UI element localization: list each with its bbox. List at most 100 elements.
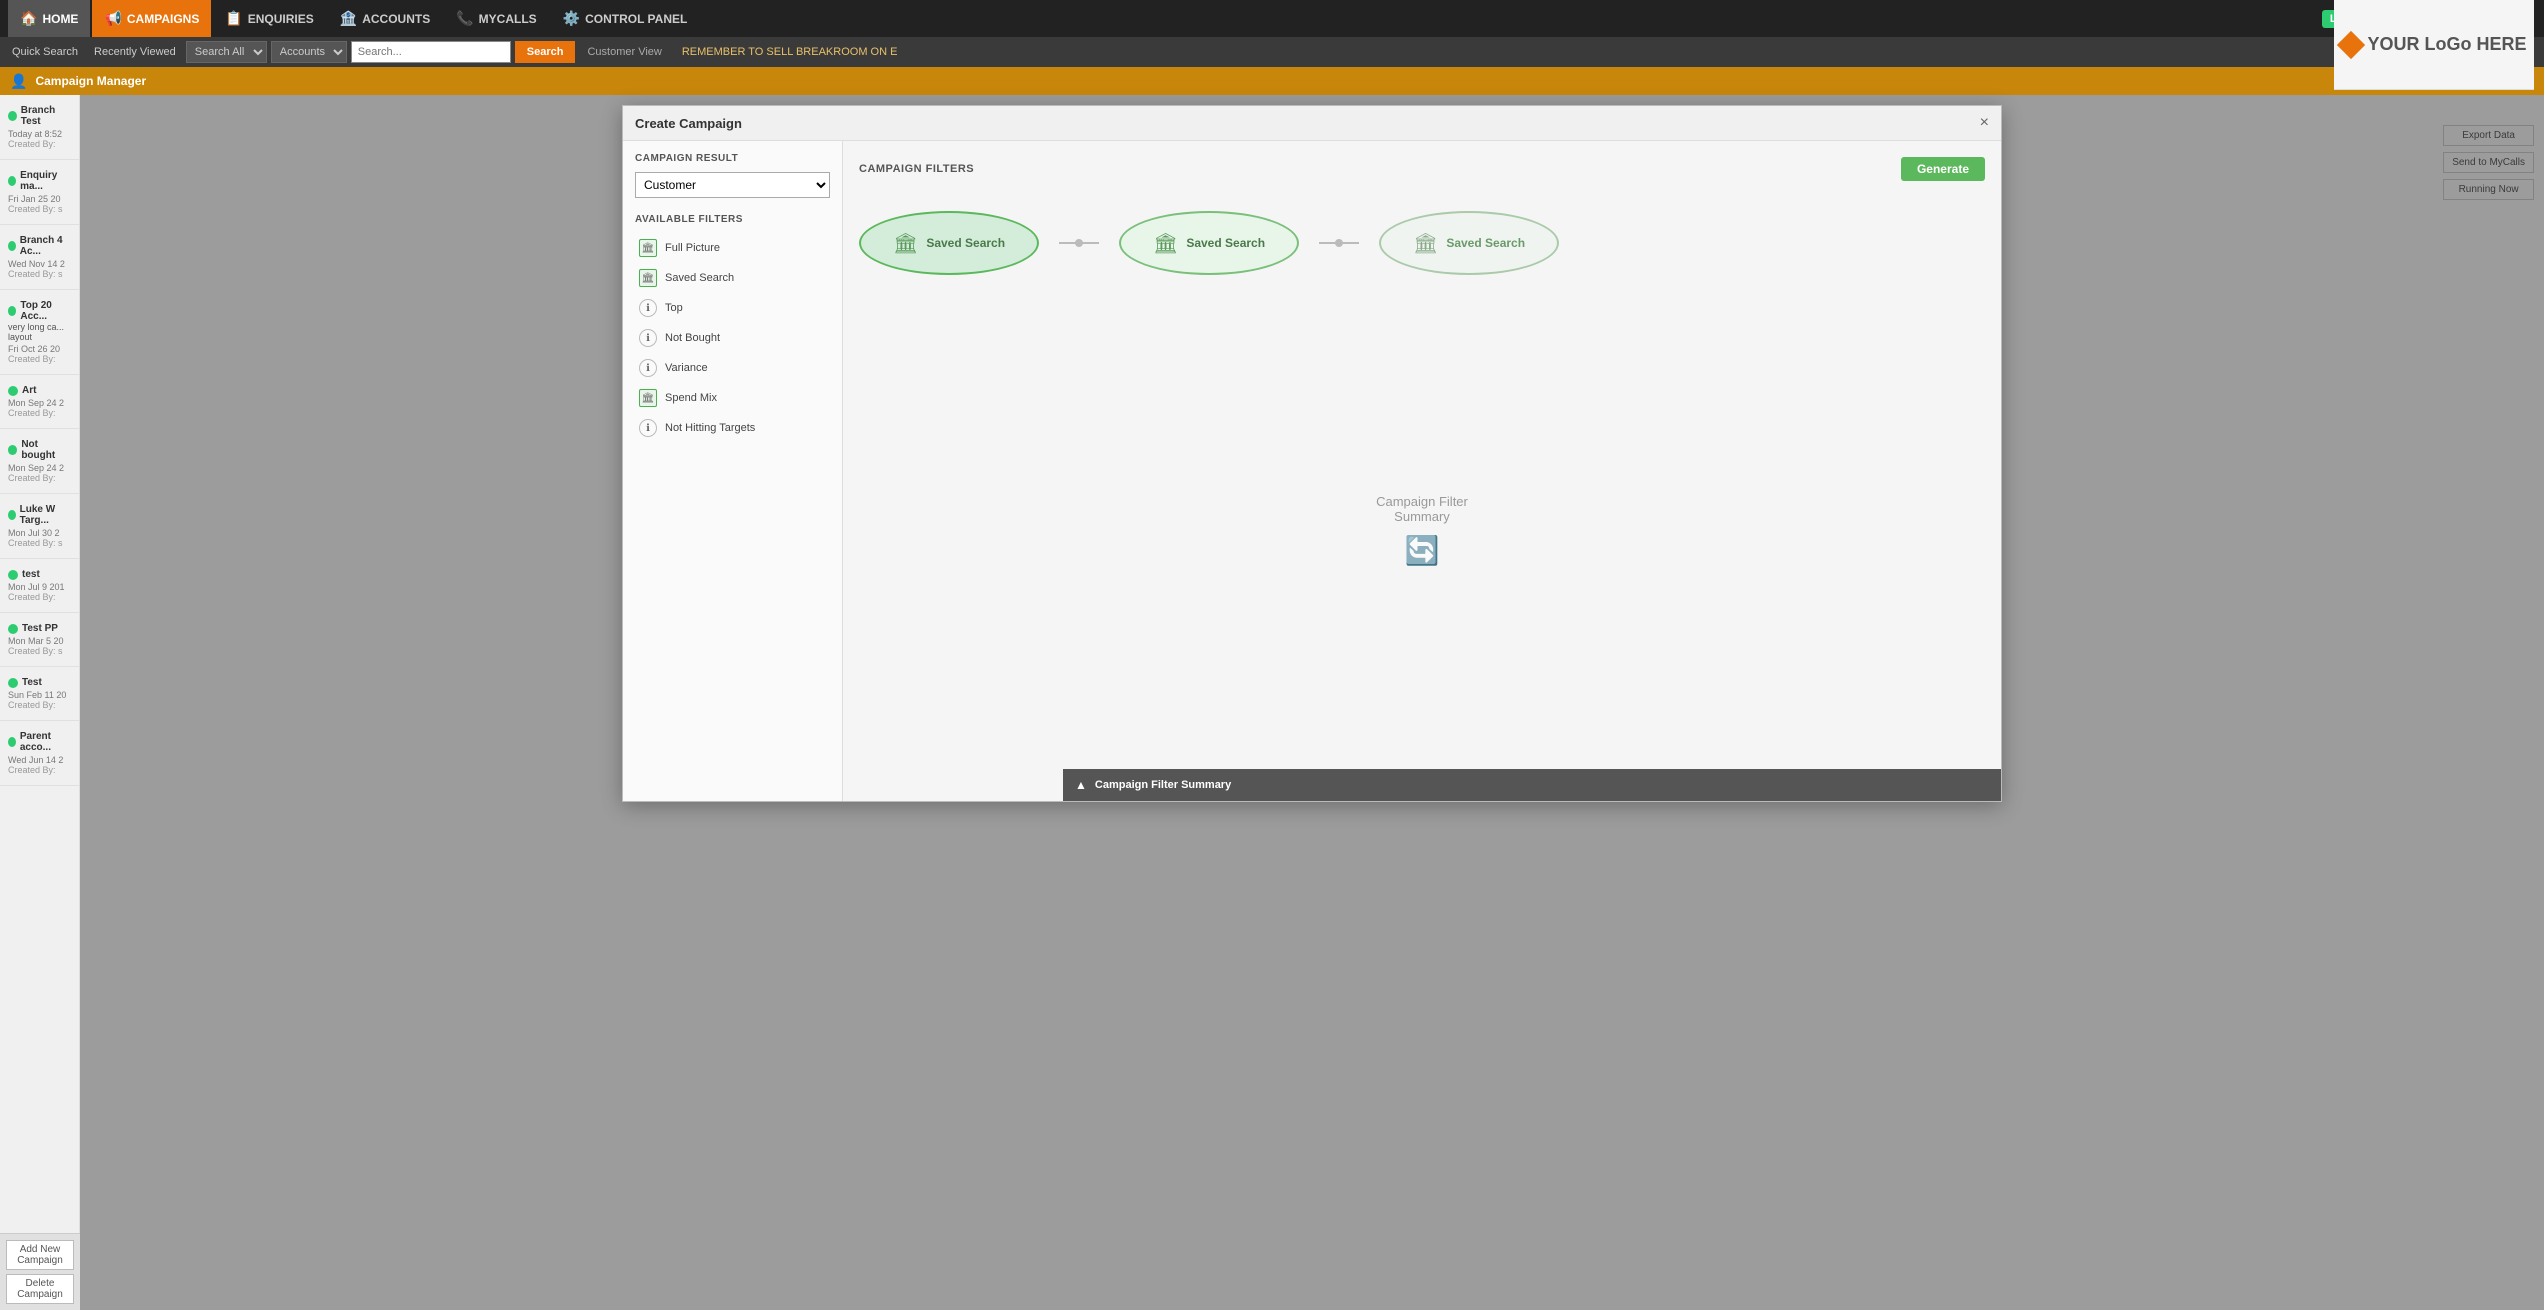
- active-dot: [8, 570, 18, 580]
- node-connector-2: [1319, 242, 1359, 244]
- recently-viewed-btn[interactable]: Recently Viewed: [88, 44, 182, 60]
- mycalls-icon: 📞: [456, 10, 473, 27]
- accounts-icon: 🏦: [340, 10, 357, 27]
- sidebar-item-luke[interactable]: Luke W Targ... Mon Jul 30 2 Created By: …: [0, 494, 79, 559]
- logo-text: YOUR LoGo HERE: [2367, 34, 2526, 55]
- campaign-result-label: CAMPAIGN RESULT: [635, 153, 830, 164]
- remember-text: REMEMBER TO SELL BREAKROOM ON E: [674, 46, 906, 58]
- modal-header: Create Campaign ×: [623, 106, 2001, 141]
- nav-accounts[interactable]: 🏦 ACCOUNTS: [328, 0, 442, 37]
- nav-control-panel-label: CONTROL PANEL: [585, 12, 687, 26]
- connector-dot-2: [1335, 239, 1343, 247]
- modal-left-panel: CAMPAIGN RESULT Customer Account Contact…: [623, 141, 843, 801]
- summary-icon: 🔄: [1405, 534, 1440, 567]
- sidebar-item-top20[interactable]: Top 20 Acc... very long ca... layout Fri…: [0, 290, 79, 375]
- modal-overlay: Create Campaign × CAMPAIGN RESULT Custom…: [80, 95, 2544, 1310]
- filter-item-top[interactable]: ℹ Top: [635, 293, 830, 323]
- nav-home[interactable]: 🏠 HOME: [8, 0, 90, 37]
- connector-dot-1: [1075, 239, 1083, 247]
- bottom-bar-title: Campaign Filter Summary: [1095, 779, 1231, 791]
- node-bank-icon-1: 🏛: [893, 231, 918, 256]
- modal-title: Create Campaign: [635, 116, 742, 131]
- right-panel: Export Data Send to MyCalls Running Now …: [80, 95, 2544, 1310]
- create-campaign-modal: Create Campaign × CAMPAIGN RESULT Custom…: [622, 105, 2002, 802]
- full-picture-icon: 🏛: [639, 239, 657, 257]
- logo: YOUR LoGo HERE: [2341, 34, 2526, 55]
- node-ellipse-1[interactable]: 🏛 Saved Search: [859, 211, 1039, 275]
- filter-item-saved-search[interactable]: 🏛 Saved Search: [635, 263, 830, 293]
- modal-bottom-bar: ▲ Campaign Filter Summary: [1063, 769, 2001, 801]
- node-connector-1: [1059, 242, 1099, 244]
- node-ellipse-3[interactable]: 🏛 Saved Search: [1379, 211, 1559, 275]
- filter-node-2[interactable]: 🏛 Saved Search: [1119, 211, 1299, 275]
- search-button[interactable]: Search: [515, 41, 576, 63]
- sidebar-item-art[interactable]: Art Mon Sep 24 2 Created By:: [0, 375, 79, 429]
- nav-campaigns[interactable]: 📢 CAMPAIGNS: [92, 0, 211, 37]
- active-dot: [8, 510, 16, 520]
- filter-node-3[interactable]: 🏛 Saved Search: [1379, 211, 1559, 275]
- sidebar-item-test[interactable]: test Mon Jul 9 201 Created By:: [0, 559, 79, 613]
- filter-list: 🏛 Full Picture 🏛 Saved Search ℹ Top: [635, 233, 830, 443]
- sidebar-item-enquiry[interactable]: Enquiry ma... Fri Jan 25 20 Created By: …: [0, 160, 79, 225]
- home-icon: 🏠: [20, 10, 37, 27]
- node-bank-icon-2: 🏛: [1153, 231, 1178, 256]
- top-nav: 🏠 HOME 📢 CAMPAIGNS 📋 ENQUIRIES 🏦 ACCOUNT…: [0, 0, 2544, 37]
- nav-accounts-label: ACCOUNTS: [362, 12, 430, 26]
- filter-item-spend-mix[interactable]: 🏛 Spend Mix: [635, 383, 830, 413]
- campaign-result-row: Customer Account Contact: [635, 172, 830, 198]
- variance-icon: ℹ: [639, 359, 657, 377]
- delete-campaign-button[interactable]: Delete Campaign: [6, 1274, 74, 1304]
- enquiries-icon: 📋: [225, 10, 242, 27]
- modal-right-header: CAMPAIGN FILTERS Generate: [859, 157, 1985, 181]
- modal-body: CAMPAIGN RESULT Customer Account Contact…: [623, 141, 2001, 801]
- node-ellipse-2[interactable]: 🏛 Saved Search: [1119, 211, 1299, 275]
- nav-enquiries[interactable]: 📋 ENQUIRIES: [213, 0, 325, 37]
- active-dot: [8, 624, 18, 634]
- sidebar-item-test-pp[interactable]: Test PP Mon Mar 5 20 Created By: s: [0, 613, 79, 667]
- search-bar: Quick Search Recently Viewed Search All …: [0, 37, 2544, 67]
- search-all-select[interactable]: Search All: [186, 41, 267, 63]
- campaign-filters-title: CAMPAIGN FILTERS: [859, 163, 974, 175]
- customer-view-btn[interactable]: Customer View: [579, 44, 669, 60]
- campaign-manager-title: Campaign Manager: [35, 74, 146, 88]
- generate-button[interactable]: Generate: [1901, 157, 1985, 181]
- add-new-campaign-button[interactable]: Add New Campaign: [6, 1240, 74, 1270]
- nav-enquiries-label: ENQUIRIES: [248, 12, 314, 26]
- modal-close-button[interactable]: ×: [1980, 114, 1989, 132]
- active-dot: [8, 445, 17, 455]
- filter-item-not-hitting[interactable]: ℹ Not Hitting Targets: [635, 413, 830, 443]
- bottom-chevron-icon[interactable]: ▲: [1075, 778, 1087, 792]
- nav-mycalls-label: MYCALLS: [479, 12, 537, 26]
- filter-item-not-bought[interactable]: ℹ Not Bought: [635, 323, 830, 353]
- sidebar-item-parent[interactable]: Parent acco... Wed Jun 14 2 Created By:: [0, 721, 79, 786]
- accounts-select[interactable]: Accounts: [271, 41, 347, 63]
- sidebar-item-not-bought[interactable]: Not bought Mon Sep 24 2 Created By:: [0, 429, 79, 494]
- top-icon: ℹ: [639, 299, 657, 317]
- sidebar-item-branch4[interactable]: Branch 4 Ac... Wed Nov 14 2 Created By: …: [0, 225, 79, 290]
- search-input[interactable]: [351, 41, 511, 63]
- nav-mycalls[interactable]: 📞 MYCALLS: [444, 0, 548, 37]
- active-dot: [8, 386, 18, 396]
- sidebar-item-branch-test[interactable]: Branch Test Today at 8:52 Created By:: [0, 95, 79, 160]
- filter-nodes: 🏛 Saved Search: [859, 211, 1985, 275]
- sidebar-item-test2[interactable]: Test Sun Feb 11 20 Created By:: [0, 667, 79, 721]
- spend-mix-icon: 🏛: [639, 389, 657, 407]
- nav-control-panel[interactable]: ⚙️ CONTROL PANEL: [551, 0, 700, 37]
- filter-node-1[interactable]: 🏛 Saved Search: [859, 211, 1039, 275]
- active-dot: [8, 111, 17, 121]
- not-hitting-icon: ℹ: [639, 419, 657, 437]
- quick-search-btn[interactable]: Quick Search: [6, 44, 84, 60]
- active-dot: [8, 176, 16, 186]
- modal-right-panel: CAMPAIGN FILTERS Generate 🏛 Saved Search: [843, 141, 2001, 801]
- logo-area: YOUR LoGo HERE: [2334, 0, 2534, 90]
- active-dot: [8, 678, 18, 688]
- not-bought-icon: ℹ: [639, 329, 657, 347]
- connector-line-2: [1319, 242, 1359, 244]
- filter-item-full-picture[interactable]: 🏛 Full Picture: [635, 233, 830, 263]
- saved-search-icon: 🏛: [639, 269, 657, 287]
- campaign-result-select[interactable]: Customer Account Contact: [635, 172, 830, 198]
- campaign-manager-bar: 👤 Campaign Manager: [0, 67, 2544, 95]
- filter-item-variance[interactable]: ℹ Variance: [635, 353, 830, 383]
- control-panel-icon: ⚙️: [563, 10, 580, 27]
- nav-campaigns-label: CAMPAIGNS: [127, 12, 199, 26]
